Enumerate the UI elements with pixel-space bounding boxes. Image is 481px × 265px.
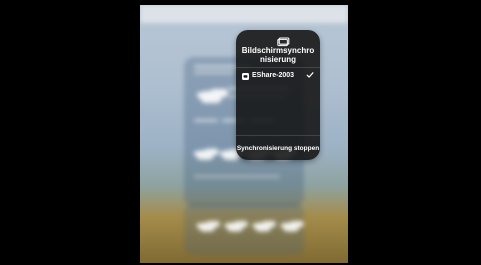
weather-line [194, 119, 218, 122]
cloud-icon [282, 222, 300, 232]
appletv-icon [242, 73, 249, 80]
screenshot-frame: Bildschirmsynchronisierung EShare-2003 S… [0, 0, 481, 265]
cloud-icon [254, 222, 272, 232]
panel-divider [236, 135, 320, 136]
device-name: EShare-2003 [252, 72, 295, 79]
cloud-icon [198, 222, 216, 232]
panel-title: Bildschirmsynchronisierung [241, 46, 315, 64]
cloud-icon [226, 222, 244, 232]
panel-divider [236, 67, 320, 68]
checkmark-icon [306, 71, 314, 79]
device-row-eshare-2003[interactable]: EShare-2003 [236, 70, 320, 84]
cloud-icon [196, 150, 214, 160]
cloud-icon [200, 91, 222, 103]
weather-line [194, 175, 280, 178]
weather-forecast-strip [184, 203, 304, 255]
screen-mirroring-panel: Bildschirmsynchronisierung EShare-2003 S… [236, 30, 320, 160]
status-bar [140, 5, 348, 23]
stop-mirroring-button[interactable]: Synchronisierung stoppen [237, 142, 319, 156]
weather-subheader-text [194, 71, 234, 74]
